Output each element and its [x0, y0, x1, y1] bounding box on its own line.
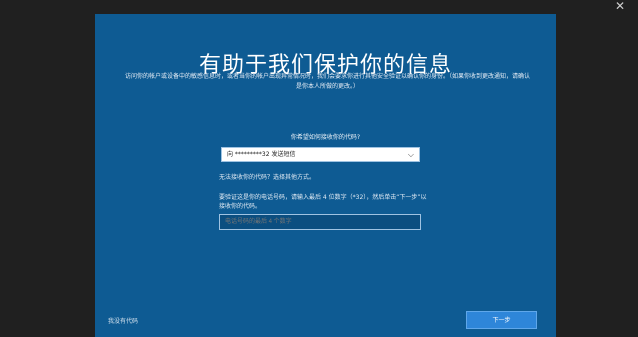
no-code-link[interactable]: 我没有代码 [108, 316, 138, 325]
method-prompt: 你希望如何接收你的代码? [290, 134, 361, 141]
method-select[interactable]: 向 *********32 发送短信 ⌵ [221, 147, 420, 162]
method-select-value: 向 *********32 发送短信 [227, 151, 296, 158]
no-access-link[interactable]: 无法接收你的代码？选择其他方式。 [219, 172, 315, 181]
security-dialog: 有助于我们保护你的信息 访问你的帐户或设备中的敏感信息时，或者当你的帐户出现异常… [95, 14, 556, 337]
next-button[interactable]: 下一步 [466, 311, 537, 329]
chevron-down-icon: ⌵ [407, 150, 414, 159]
close-icon: ✕ [614, 0, 626, 13]
close-button[interactable]: ✕ [602, 0, 638, 13]
description-text: 访问你的帐户或设备中的敏感信息时，或者当你的帐户出现异常情况时，我们会要求你进行… [124, 73, 530, 90]
verify-instructions: 要验证这是你的电话号码，请输入最后 4 位数字（*32），然后单击“下一步”以接… [219, 194, 427, 210]
code-input[interactable] [219, 214, 421, 230]
